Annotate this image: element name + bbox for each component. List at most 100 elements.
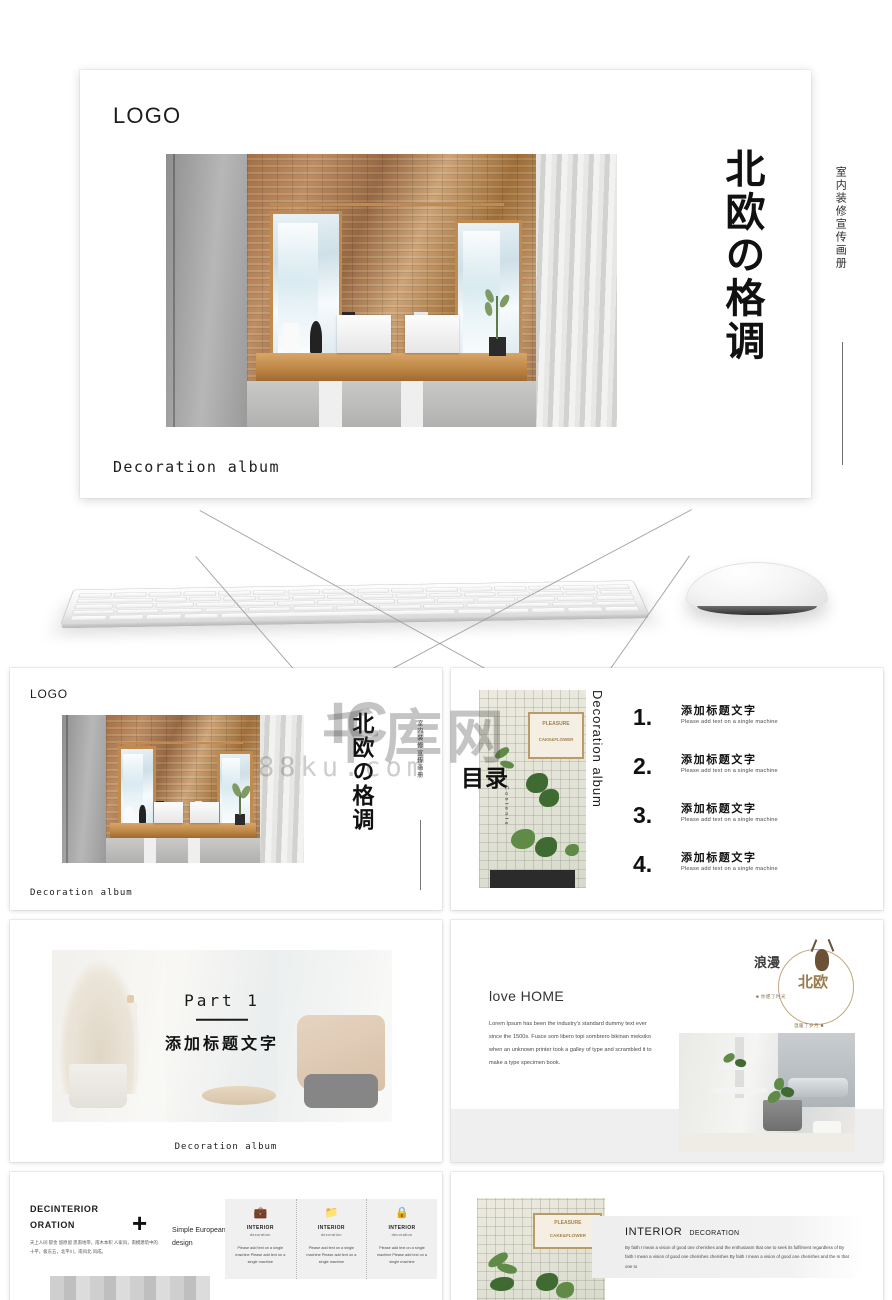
thumb-vertical-subtitle: 室内装修宣传画册	[415, 720, 422, 780]
list-item[interactable]: 3. 添加标题文字 Please add text on a single ma…	[633, 798, 863, 847]
photo-wood-counter	[256, 353, 527, 381]
feature-subtitle: decoration	[391, 1233, 413, 1237]
keyboard-key	[564, 590, 599, 596]
hero-photo-bathroom	[166, 154, 617, 427]
keyboard-key	[195, 601, 235, 607]
list-item[interactable]: 4. 添加标题文字 Please add text on a single ma…	[633, 847, 863, 896]
keyboard-key	[456, 608, 493, 614]
part1-divider	[196, 1018, 248, 1021]
part1-en-label: Part 1	[184, 990, 260, 1010]
keyboard-key	[603, 606, 640, 612]
feature-cell[interactable]: 💼 INTERIOR decoration Please add text on…	[225, 1199, 296, 1279]
briefcase-icon: 💼	[253, 1207, 268, 1219]
toc-en-vertical: Contents	[503, 786, 509, 827]
dec-interior-photo	[50, 1276, 210, 1300]
interior-dec-heading: INTERIOR DECORATION	[625, 1226, 740, 1238]
toc-subtext: Please add text on a single machine	[681, 719, 778, 725]
sign-line-1: PLEASURE	[542, 720, 570, 727]
hero-footer-text: Decoration album	[113, 458, 280, 476]
keyboard-key	[598, 589, 633, 595]
interior-dec-heading-small: DECORATION	[689, 1230, 740, 1237]
keyboard-key	[422, 603, 465, 609]
list-item[interactable]: 1. 添加标题文字 Please add text on a single ma…	[633, 700, 863, 749]
toc-heading: 添加标题文字	[681, 803, 757, 815]
photo-curtain	[535, 154, 617, 427]
keyboard-key	[252, 589, 286, 595]
keyboard-key	[148, 591, 182, 597]
sign-line-2: CAKE&FLOWER	[538, 737, 574, 743]
keyboard-key	[566, 606, 604, 613]
photo-pillar-left	[319, 380, 342, 427]
feature-cell[interactable]: 🔒 INTERIOR decoration Please add text on…	[366, 1199, 437, 1279]
keyboard-key	[145, 614, 182, 620]
slide-thumb-cover[interactable]: LOGO 北欧の格调 室内装修宣传画册 Decoration album	[10, 668, 442, 910]
keyboard-key	[396, 598, 436, 604]
slide-thumb-part1[interactable]: Part 1 添加标题文字 Decoration album	[10, 920, 442, 1162]
thumb-cover-photo	[62, 715, 304, 863]
keyboard-key	[116, 608, 160, 614]
sign-line-2: CAKE&FLOWER	[549, 1232, 586, 1238]
interior-dec-body: By faith I mean a vision of good one che…	[625, 1245, 849, 1269]
keyboard-key	[356, 588, 390, 594]
slide-thumb-contents[interactable]: PLEASURE CAKE&FLOWER 目录 Contents Decorat…	[451, 668, 883, 910]
thumb-vertical-title: 北欧の格调	[349, 712, 375, 832]
photo-floor	[247, 380, 536, 427]
photo-basin-left	[337, 315, 392, 354]
keyboard-key	[77, 592, 113, 598]
keyboard-key	[292, 594, 325, 600]
feature-body: Please add text on a single machine Plea…	[306, 1246, 357, 1265]
keyboard-key	[71, 609, 116, 615]
interior-dec-heading-main: INTERIOR	[625, 1226, 683, 1238]
feature-subtitle: decoration	[321, 1233, 342, 1237]
dec-interior-cn-body: 天上人间 郁金 留原留 黑南地带，南木本积 人家风，南模建筑中的十平，极东五，北…	[30, 1240, 158, 1255]
love-home-title: love HOME	[489, 988, 565, 1004]
keyboard-key	[395, 593, 428, 598]
thumb-vertical-divider	[420, 820, 421, 890]
part1-cn-title: 添加标题文字	[164, 1035, 279, 1053]
keyboard-key	[257, 595, 291, 601]
keyboard-key	[530, 607, 567, 613]
keyboard-key	[459, 586, 493, 592]
keyboard-key	[217, 590, 252, 596]
keyboard-key	[493, 586, 528, 591]
interior-dec-panel: INTERIOR DECORATION By faith I mean a vis…	[592, 1216, 864, 1278]
list-item[interactable]: 2. 添加标题文字 Please add text on a single ma…	[633, 749, 863, 798]
part1-text-block: Part 1 添加标题文字	[52, 991, 392, 1054]
photo-pillar-right	[400, 380, 424, 427]
toc-subtext: Please add text on a single machine	[681, 817, 778, 823]
hero-vertical-divider	[842, 342, 843, 465]
feature-body: Please add text on a single machine Plea…	[235, 1246, 286, 1265]
slide-thumb-love-home[interactable]: love HOME Lorem Ipsum has been the indus…	[451, 920, 883, 1162]
hero-logo: LOGO	[113, 103, 182, 128]
keyboard-key	[561, 584, 596, 590]
keyboard-key	[463, 591, 497, 597]
slide-thumb-dec-interior[interactable]: DECINTERIOR ORATION 天上人间 郁金 留原留 黑南地带，南木本…	[10, 1172, 442, 1300]
keyboard-key	[594, 600, 638, 606]
photo-plant	[482, 288, 514, 357]
badge-tag-left: ■ 你肥了时光	[756, 994, 786, 999]
photo-rail-top	[269, 203, 505, 207]
part1-footer: Decoration album	[174, 1142, 278, 1152]
toc-number: 2.	[633, 753, 653, 779]
keyboard-key	[69, 615, 107, 621]
badge-cn-left: 浪漫	[754, 955, 781, 970]
slide-thumb-interior-decoration[interactable]: PLEASURE CAKE&FLOWER INTERIOR DECORATION …	[451, 1172, 883, 1300]
mouse-icon	[686, 562, 828, 615]
keyboard-key	[429, 592, 463, 598]
keyboard-key	[188, 596, 222, 602]
feature-cell[interactable]: 📁 INTERIOR decoration Please add text on…	[295, 1199, 367, 1279]
keyboard-key	[360, 593, 394, 599]
feature-title: INTERIOR	[388, 1225, 416, 1231]
keyboard-key	[436, 597, 476, 603]
keyboard-key	[155, 602, 195, 608]
thumb-footer-text: Decoration album	[30, 888, 133, 898]
toc-heading: 添加标题文字	[681, 754, 757, 766]
photo-concrete-wall	[166, 154, 248, 427]
keyboard-icon	[59, 580, 650, 629]
toc-subtext: Please add text on a single machine	[681, 866, 778, 872]
keyboard-key	[114, 603, 155, 609]
hero-slide[interactable]: LOGO 北欧の格调 室内装修宣传画册 Decoration album	[80, 70, 846, 498]
toc-heading: 添加标题文字	[681, 705, 757, 717]
keyboard-key	[73, 603, 115, 609]
toc-sign-frame: PLEASURE CAKE&FLOWER	[528, 711, 584, 760]
